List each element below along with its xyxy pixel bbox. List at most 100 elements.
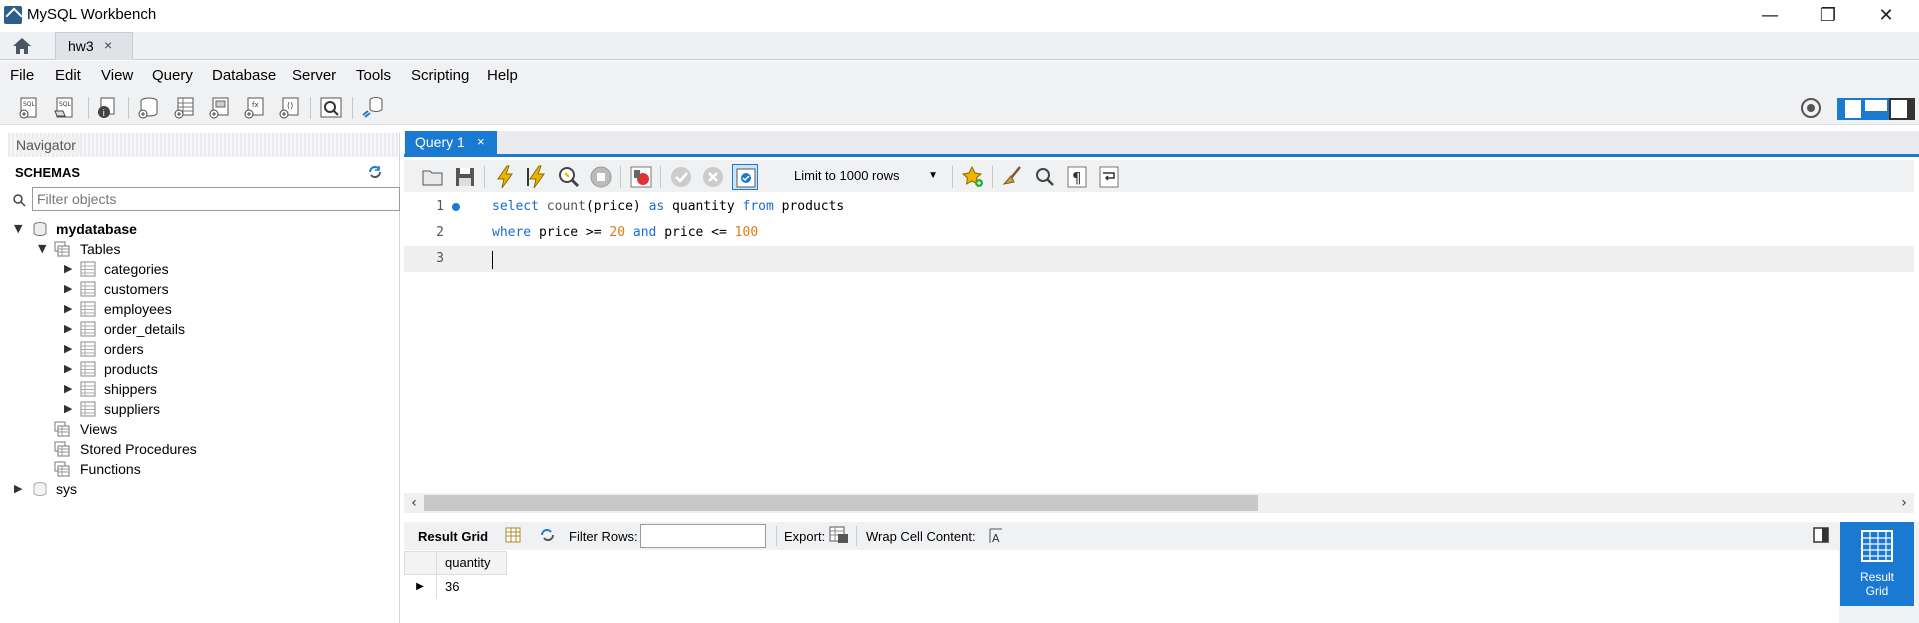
- filter-objects-input[interactable]: [32, 187, 400, 211]
- find-button[interactable]: [1032, 164, 1058, 190]
- sql-token: price >=: [531, 225, 610, 240]
- line-number: 2: [436, 225, 444, 240]
- procedures-label: Stored Procedures: [80, 441, 197, 457]
- collapsed-arrow-icon[interactable]: ▶: [64, 339, 76, 359]
- expanded-arrow-icon[interactable]: ▼: [38, 239, 50, 259]
- wrap-cell-icon[interactable]: A: [988, 527, 1006, 548]
- scroll-right-icon[interactable]: ›: [1894, 493, 1914, 513]
- create-schema-button[interactable]: [135, 95, 161, 121]
- menu-file[interactable]: File: [10, 67, 34, 84]
- collapsed-arrow-icon[interactable]: ▶: [64, 379, 76, 399]
- table-icon: [80, 261, 96, 277]
- result-grid-side-button[interactable]: Result Grid: [1840, 522, 1914, 606]
- stop-button[interactable]: [588, 164, 614, 190]
- menu-view[interactable]: View: [101, 67, 133, 84]
- table-cell[interactable]: 36: [437, 575, 507, 599]
- collapsed-arrow-icon[interactable]: ▶: [64, 399, 76, 419]
- table-icon: [80, 341, 96, 357]
- result-grid[interactable]: quantity ▶ 36: [404, 551, 1839, 623]
- menu-database[interactable]: Database: [212, 67, 276, 84]
- create-table-button[interactable]: [171, 95, 197, 121]
- collapsed-arrow-icon[interactable]: ▶: [64, 319, 76, 339]
- result-grid-label[interactable]: Result Grid: [418, 529, 488, 544]
- collapsed-arrow-icon[interactable]: ▶: [64, 299, 76, 319]
- result-grid-icon: [1861, 530, 1893, 562]
- collapsed-arrow-icon[interactable]: ▶: [64, 359, 76, 379]
- save-button[interactable]: [452, 164, 478, 190]
- table-icon: [80, 301, 96, 317]
- tables-label: Tables: [80, 241, 121, 257]
- create-function-button[interactable]: (): [276, 95, 302, 121]
- collapsed-arrow-icon[interactable]: ▶: [64, 279, 76, 299]
- filter-rows-input[interactable]: [640, 524, 766, 548]
- open-file-button[interactable]: [420, 164, 446, 190]
- expanded-arrow-icon[interactable]: ▼: [14, 219, 26, 239]
- code-line-active: 3: [404, 246, 1914, 272]
- toolbar-separator: [856, 526, 857, 546]
- reconnect-icon: [362, 97, 383, 118]
- open-sql-script-button[interactable]: SQL: [52, 95, 78, 121]
- sql-kw-token: and: [632, 225, 657, 240]
- scroll-left-icon[interactable]: ‹: [404, 493, 424, 513]
- svg-text:¶: ¶: [1072, 169, 1082, 187]
- stop-on-error-toggle[interactable]: [628, 164, 654, 190]
- tab-query-1[interactable]: Query 1 ×: [405, 131, 497, 155]
- save-icon: [456, 168, 474, 186]
- close-icon[interactable]: ×: [104, 37, 112, 53]
- collapsed-arrow-icon[interactable]: ▶: [14, 479, 26, 499]
- inspector-button[interactable]: i: [94, 95, 120, 121]
- sql-num-token: 20: [609, 225, 626, 240]
- sql-fn-token: count: [546, 199, 586, 214]
- menu-edit[interactable]: Edit: [55, 67, 81, 84]
- menu-query[interactable]: Query: [152, 67, 193, 84]
- collapsed-arrow-icon[interactable]: ▶: [64, 259, 76, 279]
- toggle-side-panel-icon[interactable]: [1812, 526, 1830, 547]
- refresh-icon[interactable]: [366, 163, 384, 181]
- window-title: MySQL Workbench: [27, 6, 157, 23]
- scrollbar-thumb[interactable]: [424, 495, 1258, 511]
- minimize-button[interactable]: —: [1741, 0, 1799, 32]
- connection-tab-hw3[interactable]: hw3 ×: [55, 32, 133, 60]
- word-wrap-button[interactable]: [1096, 164, 1122, 190]
- menu-server[interactable]: Server: [292, 67, 336, 84]
- explain-icon: [559, 167, 580, 188]
- limit-rows-value: Limit to 1000 rows: [794, 168, 900, 183]
- new-sql-tab-button[interactable]: SQL: [16, 95, 42, 121]
- menu-scripting[interactable]: Scripting: [411, 67, 469, 84]
- lightning-cursor-icon: [527, 165, 545, 189]
- home-tab[interactable]: [10, 34, 42, 58]
- close-window-button[interactable]: ✕: [1857, 0, 1915, 32]
- menu-tools[interactable]: Tools: [356, 67, 391, 84]
- maximize-button[interactable]: ❐: [1799, 0, 1857, 32]
- close-icon[interactable]: ×: [477, 134, 485, 149]
- execute-current-button[interactable]: [524, 164, 550, 190]
- commit-button[interactable]: [668, 164, 694, 190]
- refresh-results-icon[interactable]: [538, 526, 558, 547]
- beautify-button[interactable]: [1000, 164, 1026, 190]
- sql-editor[interactable]: 1 select count(price) as quantity from p…: [404, 194, 1914, 494]
- create-procedure-button[interactable]: fx: [241, 95, 267, 121]
- settings-button[interactable]: [1798, 95, 1824, 121]
- invisible-chars-button[interactable]: ¶: [1064, 164, 1090, 190]
- search-table-data-button[interactable]: [318, 95, 344, 121]
- menu-help[interactable]: Help: [487, 67, 518, 84]
- execute-button[interactable]: [492, 164, 518, 190]
- grid-view-icon[interactable]: [504, 526, 522, 547]
- editor-horizontal-scrollbar[interactable]: ‹ ›: [404, 493, 1914, 513]
- search-icon: [13, 194, 26, 207]
- explain-button[interactable]: [556, 164, 582, 190]
- export-icon[interactable]: [828, 525, 850, 548]
- create-view-button[interactable]: [206, 95, 232, 121]
- text-cursor: [492, 251, 493, 269]
- toolbar-separator: [88, 97, 89, 119]
- reconnect-button[interactable]: [360, 95, 386, 121]
- autocommit-toggle[interactable]: [732, 164, 758, 190]
- panel-layout-toggles[interactable]: [1836, 95, 1916, 121]
- add-snippet-button[interactable]: [960, 164, 986, 190]
- column-header-quantity[interactable]: quantity: [437, 551, 507, 575]
- grid-corner: [404, 551, 437, 575]
- toolbar-separator: [352, 97, 353, 119]
- svg-text:fx: fx: [252, 101, 259, 109]
- rollback-button[interactable]: [700, 164, 726, 190]
- limit-rows-select[interactable]: Limit to 1000 rows ▼: [784, 164, 944, 188]
